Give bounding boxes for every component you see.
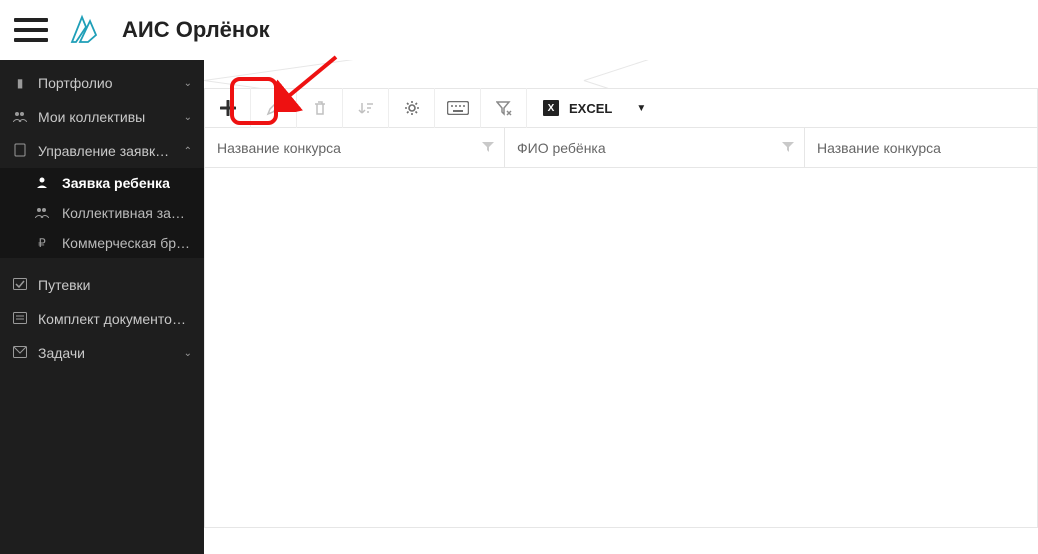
document-icon — [12, 143, 28, 160]
gear-icon — [404, 100, 420, 116]
sidebar-item-label: Коммерческая бро… — [62, 235, 192, 251]
app-title: АИС Орлёнок — [122, 17, 270, 43]
sidebar-item-documents[interactable]: Комплект документо… — [0, 302, 204, 336]
sidebar-item-child-application[interactable]: Заявка ребенка — [12, 168, 204, 198]
column-label: Название конкурса — [817, 140, 941, 156]
delete-button[interactable] — [297, 88, 343, 128]
sidebar: ▮ Портфолио ⌄ Мои коллективы ⌄ Управлени… — [0, 60, 204, 554]
column-header-contest-name-2[interactable]: Название конкурса — [805, 128, 1037, 167]
briefcase-icon: ▮ — [12, 76, 28, 90]
sidebar-item-group-application[interactable]: Коллективная зая… — [12, 198, 204, 228]
sidebar-subgroup-applications: Заявка ребенка Коллективная зая… ₽ Комме… — [0, 168, 204, 258]
sidebar-item-label: Задачи — [38, 345, 178, 361]
settings-button[interactable] — [389, 88, 435, 128]
filter-icon[interactable] — [782, 140, 794, 156]
grid-body — [204, 168, 1038, 528]
sidebar-item-portfolio[interactable]: ▮ Портфолио ⌄ — [0, 66, 204, 100]
sidebar-item-vouchers[interactable]: Путевки — [0, 268, 204, 302]
keyboard-button[interactable] — [435, 88, 481, 128]
sidebar-item-label: Портфолио — [38, 75, 178, 91]
chevron-down-icon: ⌄ — [184, 78, 192, 89]
sort-icon — [358, 100, 374, 116]
sidebar-item-label: Путевки — [38, 277, 192, 293]
caret-down-icon: ▼ — [636, 103, 646, 114]
sidebar-item-label: Заявка ребенка — [62, 175, 192, 191]
sidebar-item-label: Мои коллективы — [38, 109, 178, 125]
column-label: Название конкурса — [217, 140, 341, 156]
sidebar-item-commercial-booking[interactable]: ₽ Коммерческая бро… — [12, 228, 204, 258]
keyboard-icon — [447, 101, 469, 115]
sort-button[interactable] — [343, 88, 389, 128]
clear-filter-button[interactable] — [481, 88, 527, 128]
add-button[interactable] — [205, 88, 251, 128]
trash-icon — [312, 100, 328, 116]
filter-clear-icon — [496, 100, 512, 116]
card-icon — [12, 312, 28, 327]
users-icon — [12, 110, 28, 125]
export-excel-dropdown[interactable]: X EXCEL ▼ — [527, 88, 662, 128]
menu-toggle[interactable] — [14, 16, 48, 44]
column-label: ФИО ребёнка — [517, 140, 606, 156]
excel-icon: X — [543, 100, 559, 116]
sidebar-item-label: Комплект документо… — [38, 311, 192, 327]
sidebar-item-tasks[interactable]: Задачи ⌄ — [0, 336, 204, 370]
filter-icon[interactable] — [482, 140, 494, 156]
sidebar-item-label: Коллективная зая… — [62, 205, 192, 221]
plus-icon — [220, 100, 236, 116]
main-content: X EXCEL ▼ Название конкурса ФИО ребёнка … — [204, 60, 1038, 554]
mail-icon — [12, 346, 28, 361]
app-logo — [66, 13, 104, 47]
check-icon — [12, 278, 28, 293]
chevron-down-icon: ⌄ — [184, 112, 192, 123]
pencil-icon — [266, 100, 282, 116]
grid-header: Название конкурса ФИО ребёнка Название к… — [204, 128, 1038, 168]
ruble-icon: ₽ — [34, 236, 50, 250]
edit-button[interactable] — [251, 88, 297, 128]
sidebar-item-my-groups[interactable]: Мои коллективы ⌄ — [0, 100, 204, 134]
chevron-up-icon: ⌃ — [184, 146, 192, 157]
export-label: EXCEL — [569, 101, 612, 116]
sidebar-item-label: Управление заявк… — [38, 143, 178, 159]
toolbar: X EXCEL ▼ — [204, 88, 1038, 128]
column-header-child-name[interactable]: ФИО ребёнка — [505, 128, 805, 167]
user-icon — [34, 176, 50, 191]
sidebar-item-applications[interactable]: Управление заявк… ⌃ — [0, 134, 204, 168]
column-header-contest-name[interactable]: Название конкурса — [205, 128, 505, 167]
group-icon — [34, 206, 50, 221]
chevron-down-icon: ⌄ — [184, 348, 192, 359]
